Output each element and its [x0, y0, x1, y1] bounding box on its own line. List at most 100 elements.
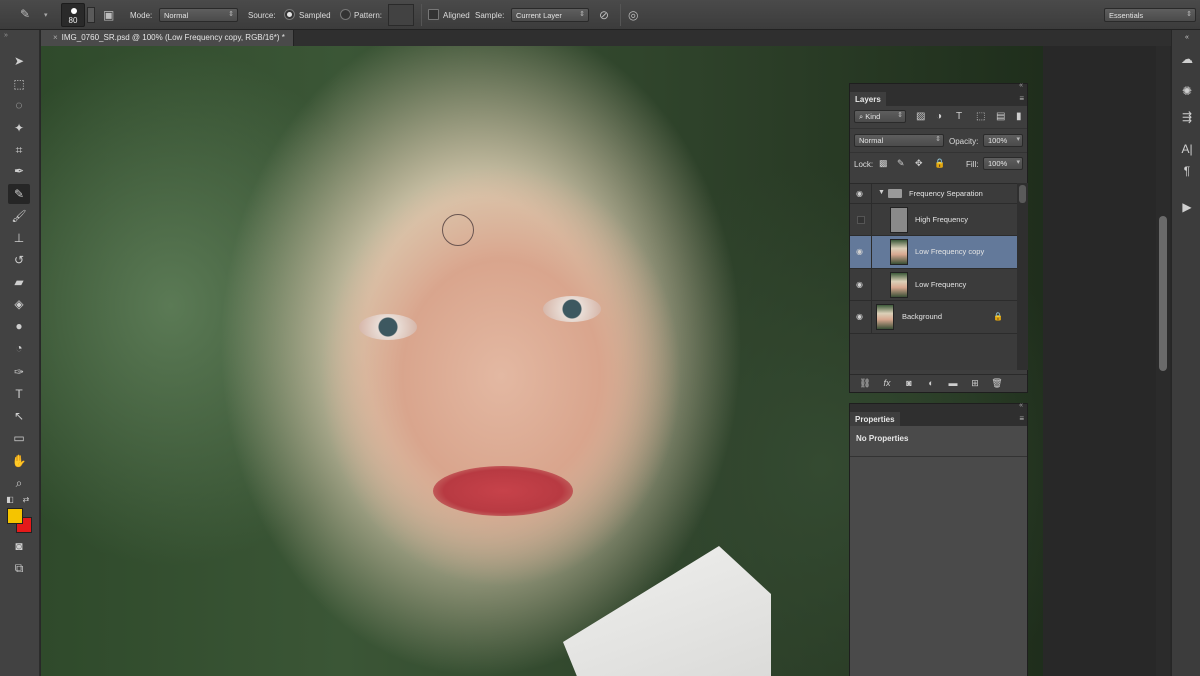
lock-position-icon[interactable]: ✥ [915, 158, 923, 169]
filter-type-icon[interactable]: T [956, 111, 962, 122]
filter-shape-icon[interactable]: ⬚ [976, 111, 985, 122]
layer-style-fx-icon[interactable]: fx [880, 378, 894, 388]
expand-group-icon[interactable]: ▼ [878, 189, 885, 196]
healing-brush-tool-icon[interactable]: ✎ [8, 184, 30, 204]
preset-dropdown-caret-icon[interactable]: ▾ [44, 11, 48, 19]
new-layer-icon[interactable]: ⊞ [968, 378, 982, 389]
blend-mode-dropdown[interactable]: Normal ⇕ [854, 134, 944, 147]
workspace-switcher[interactable]: Essentials ⇕ [1104, 8, 1196, 22]
filter-pixel-icon[interactable]: ▨ [916, 111, 925, 122]
dodge-tool-icon[interactable]: ◔ [8, 338, 30, 358]
healing-brush-preset-icon[interactable]: ✎ [20, 7, 36, 23]
layer-row[interactable]: High Frequency [850, 204, 1017, 236]
libraries-icon[interactable]: ☁ [1178, 52, 1196, 66]
panel-menu-icon[interactable]: ≡ [1019, 414, 1024, 423]
aligned-checkbox[interactable] [428, 9, 439, 20]
chevron-updown-icon: ⇕ [1186, 11, 1192, 18]
layer-row-selected[interactable]: ◉ Low Frequency copy [850, 236, 1017, 269]
blur-tool-icon[interactable]: ● [8, 316, 30, 336]
path-selection-tool-icon[interactable]: ↖ [8, 406, 30, 426]
paragraph-icon[interactable]: ¶ [1178, 164, 1196, 178]
brush-picker-caret[interactable] [87, 7, 95, 23]
hand-tool-icon[interactable]: ✋ [8, 451, 30, 471]
layer-row[interactable]: ◉ Low Frequency [850, 269, 1017, 301]
scrollbar-thumb[interactable] [1159, 216, 1167, 371]
fill-field[interactable]: 100% ▾ [983, 157, 1023, 170]
lock-transparent-pixels-icon[interactable]: ▩ [879, 158, 888, 169]
clone-stamp-tool-icon[interactable]: ⊥ [8, 228, 30, 248]
panel-grip[interactable]: « [850, 82, 1027, 92]
magic-wand-tool-icon[interactable]: ✦ [8, 118, 30, 138]
brush-tip-icon [71, 8, 77, 14]
close-tab-icon[interactable]: × [53, 33, 58, 42]
filter-kind-dropdown[interactable]: ⌕ Kind ⇕ [854, 110, 906, 123]
layer-list-scrollbar[interactable] [1017, 183, 1028, 370]
history-brush-tool-icon[interactable]: ↺ [8, 250, 30, 270]
filter-toggle-icon[interactable]: ▮ [1016, 111, 1022, 122]
mode-dropdown[interactable]: Normal ⇕ [159, 8, 238, 22]
brush-tool-icon[interactable]: 🖌 [8, 206, 30, 226]
pen-tool-icon[interactable]: ✑ [8, 362, 30, 382]
scrollbar-thumb[interactable] [1019, 185, 1026, 203]
properties-tab[interactable]: Properties [850, 412, 900, 427]
divider [850, 456, 1027, 457]
source-pattern-radio[interactable] [340, 9, 351, 20]
default-colors-icon[interactable]: ◧ [4, 490, 16, 510]
actions-play-icon[interactable]: ▶ [1178, 200, 1196, 214]
brush-size-picker[interactable]: 80 [61, 3, 85, 27]
character-icon[interactable]: A| [1178, 142, 1196, 156]
collapse-panel-icon[interactable]: « [1019, 82, 1023, 89]
new-adjustment-layer-icon[interactable]: ◐ [924, 378, 938, 388]
new-group-icon[interactable]: ▬ [946, 378, 960, 388]
layer-row[interactable]: ◉ Background 🔒 [850, 301, 1017, 334]
filter-smart-object-icon[interactable]: ▤ [996, 111, 1005, 122]
delete-layer-icon[interactable]: 🗑 [990, 378, 1004, 389]
expand-dock-icon[interactable]: « [1178, 34, 1196, 41]
add-mask-icon[interactable]: ◙ [902, 378, 916, 388]
paint-bucket-tool-icon[interactable]: ◈ [8, 294, 30, 314]
chevron-updown-icon: ⇕ [228, 11, 234, 18]
marquee-tool-icon[interactable]: ⬚ [8, 74, 30, 94]
eyedropper-tool-icon[interactable]: ✒ [8, 161, 30, 181]
source-sampled-radio[interactable] [284, 9, 295, 20]
lock-image-pixels-icon[interactable]: ✎ [897, 158, 905, 169]
lock-all-icon[interactable]: 🔒 [934, 158, 945, 169]
pressure-size-icon[interactable]: ◎ [628, 8, 638, 22]
sample-dropdown[interactable]: Current Layer ⇕ [511, 8, 589, 22]
visibility-toggle[interactable]: ◉ [850, 184, 872, 203]
crop-tool-icon[interactable]: ⌗ [8, 140, 30, 160]
swap-colors-icon[interactable]: ⇄ [20, 490, 32, 510]
layer-name: High Frequency [915, 214, 968, 224]
photo-collar [563, 546, 771, 676]
quick-mask-icon[interactable]: ◙ [8, 536, 30, 556]
clone-source-panel-icon[interactable]: ▣ [103, 8, 117, 22]
layer-row-group[interactable]: ◉ ▼ Frequency Separation [850, 184, 1017, 204]
eraser-tool-icon[interactable]: ▰ [8, 272, 30, 292]
adjustments-icon[interactable]: ✺ [1178, 84, 1196, 98]
filter-adjustment-icon[interactable]: ◑ [936, 111, 942, 122]
foreground-color-swatch[interactable] [7, 508, 23, 524]
canvas-vertical-scrollbar[interactable] [1156, 46, 1170, 676]
mode-label: Mode: [130, 11, 153, 20]
panel-menu-icon[interactable]: ≡ [1019, 94, 1024, 103]
ignore-adjustment-layers-icon[interactable]: ⊘ [599, 8, 609, 22]
lasso-tool-icon[interactable]: ◌ [8, 95, 30, 115]
visibility-toggle[interactable]: ◉ [850, 236, 872, 268]
rectangle-tool-icon[interactable]: ▭ [8, 428, 30, 448]
collapse-panel-icon[interactable]: « [1019, 402, 1023, 409]
pattern-picker[interactable] [388, 4, 414, 26]
opacity-label: Opacity: [949, 137, 979, 146]
type-tool-icon[interactable]: T [8, 384, 30, 404]
visibility-toggle[interactable]: ◉ [850, 269, 872, 300]
collapse-toolbox-icon[interactable]: » [4, 32, 8, 39]
link-layers-icon[interactable]: ⛓ [858, 378, 872, 389]
screen-mode-icon[interactable]: ⧉ [8, 558, 30, 578]
styles-icon[interactable]: ⇶ [1178, 110, 1196, 124]
opacity-field[interactable]: 100% ▾ [983, 134, 1023, 147]
panel-grip[interactable]: « [850, 402, 1027, 412]
visibility-toggle[interactable] [850, 204, 872, 235]
move-tool-icon[interactable]: ➤ [8, 51, 30, 71]
document-tab[interactable]: × IMG_0760_SR.psd @ 100% (Low Frequency c… [41, 30, 294, 46]
layers-tab[interactable]: Layers [850, 92, 886, 107]
visibility-toggle[interactable]: ◉ [850, 301, 872, 333]
